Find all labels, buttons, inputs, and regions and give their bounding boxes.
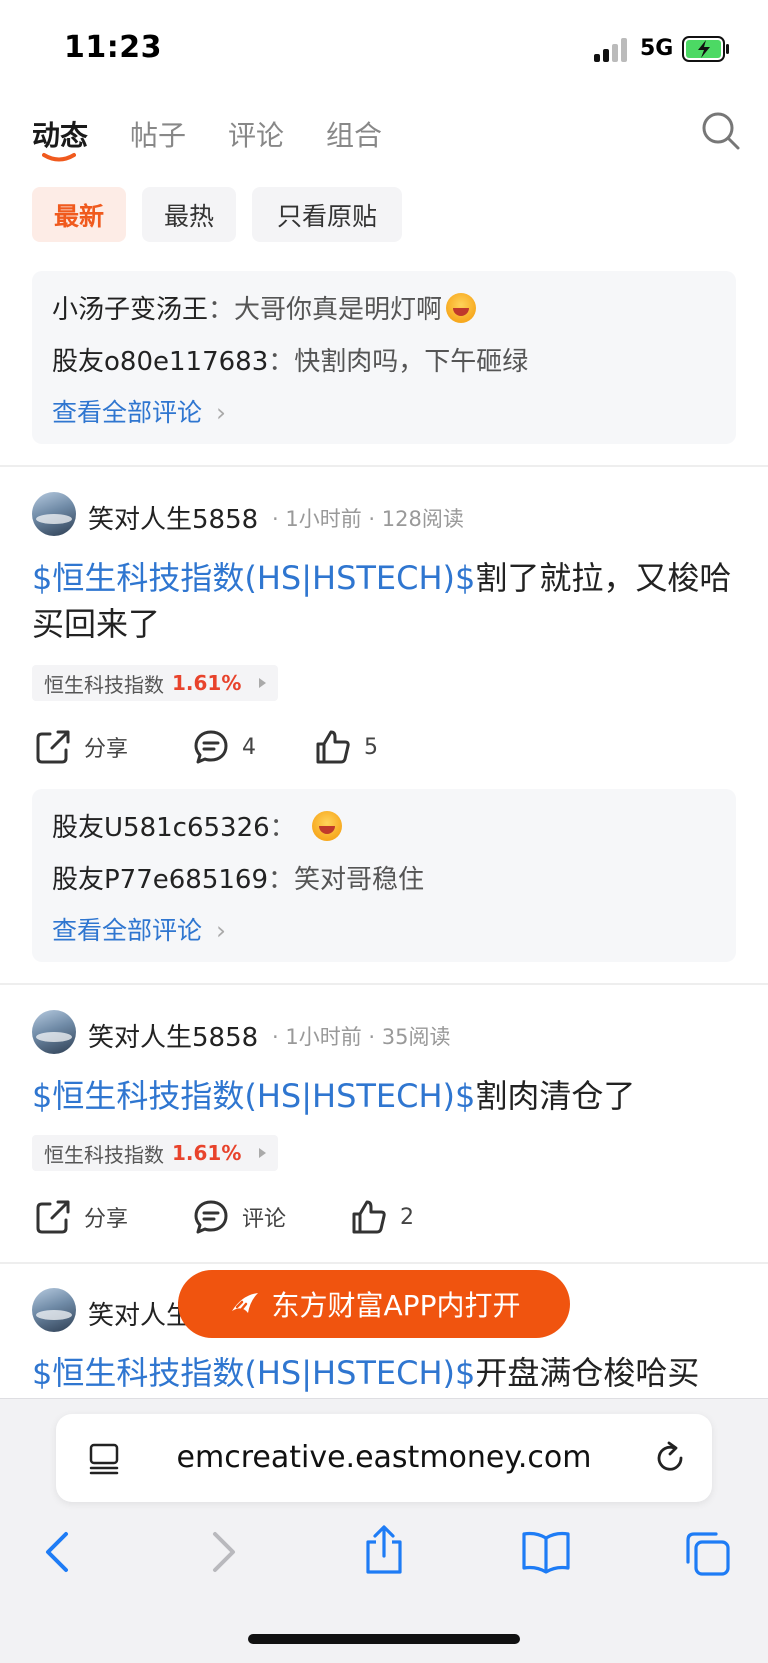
post-time: 1小时前 [285,507,362,531]
share-button[interactable]: 分享 [34,1198,128,1236]
like-button[interactable]: 5 [314,728,378,766]
post-body[interactable]: $恒生科技指数(HS|HSTECH)$割肉清仓了 [32,1073,732,1119]
share-label: 分享 [84,1207,129,1232]
see-all-label: 查看全部评论 [52,398,203,427]
thumbs-up-icon [352,1200,386,1234]
stock-tag-link[interactable]: $恒生科技指数(HS|HSTECH)$ [32,1077,475,1115]
tabs-icon[interactable] [684,1530,732,1578]
signal-icon [594,38,628,62]
share-icon [36,1200,70,1234]
eastmoney-logo-icon [231,1293,258,1313]
like-count: 2 [400,1204,414,1230]
post-time: 1小时前 [285,1025,362,1049]
quote-change: 1.61% [172,1141,242,1165]
comment-text: 快割肉吗，下午砸绿 [294,347,529,377]
tab-portfolio[interactable]: 组合 [326,114,382,154]
comment-user[interactable]: 小汤子变汤王 [52,295,208,325]
share-icon [36,730,70,764]
author-name[interactable]: 笑对人生5858 [88,1017,258,1054]
divider [0,983,768,985]
filter-hot[interactable]: 最热 [142,187,236,242]
divider [0,1262,768,1264]
battery-charging-icon [682,36,729,62]
quote-name: 恒生科技指数 [44,672,164,697]
author-name[interactable]: 笑对人生5858 [88,499,258,536]
divider [0,465,768,467]
comment-text: 大哥你真是明灯啊 [234,295,443,325]
comment-line: 股友P77e685169：笑对哥稳住 [52,865,425,895]
author-name[interactable]: 笑对人生 [88,1295,192,1332]
stock-quote-chip[interactable]: 恒生科技指数 1.61% [32,665,279,701]
avatar[interactable] [32,1288,76,1332]
post-text: 割肉清仓了 [475,1077,636,1115]
comment-text: 笑对哥稳住 [294,865,425,895]
tab-active-indicator [42,153,76,162]
stock-tag-link[interactable]: $恒生科技指数(HS|HSTECH)$ [32,1354,475,1392]
comment-button[interactable]: 评论 [192,1198,286,1236]
comment-count: 4 [242,734,256,760]
forward-icon[interactable] [205,1530,241,1574]
post-text: 开盘满仓梭哈买 [475,1354,700,1392]
back-icon[interactable] [40,1530,76,1574]
quote-change: 1.61% [172,671,242,695]
play-arrow-icon [259,678,267,688]
post-body[interactable]: $恒生科技指数(HS|HSTECH)$割了就拉，又梭哈买回来了 [32,555,732,647]
comment-button[interactable]: 4 [192,728,256,766]
comment-icon [194,730,228,764]
see-all-comments-link[interactable]: 查看全部评论 › [52,911,226,947]
read-count: 128阅读 [381,507,464,531]
see-all-comments-link[interactable]: 查看全部评论 › [52,393,226,429]
laughing-tears-emoji-icon [446,293,477,323]
post-meta: · 1小时前 · 35阅读 [272,1025,451,1049]
comment-label: 评论 [242,1207,287,1232]
comment-user[interactable]: 股友U581c65326 [52,813,270,843]
filter-latest[interactable]: 最新 [32,187,126,242]
chevron-right-icon: › [215,916,226,945]
status-bar: 11:23 5G [0,0,768,100]
bookmarks-icon[interactable] [520,1530,572,1574]
comment-line: 股友o80e117683：快割肉吗，下午砸绿 [52,347,529,377]
tab-posts[interactable]: 帖子 [130,114,186,154]
filter-original-only[interactable]: 只看原贴 [252,187,402,242]
avatar[interactable] [32,1010,76,1054]
open-in-app-label: 东方财富APP内打开 [271,1289,521,1322]
post-meta: · 1小时前 · 128阅读 [272,507,464,531]
see-all-label: 查看全部评论 [52,916,203,945]
home-indicator [248,1634,520,1644]
stock-quote-chip[interactable]: 恒生科技指数 1.61% [32,1135,279,1171]
comment-line: 股友U581c65326： [52,807,342,844]
status-time: 11:23 [64,30,162,65]
comment-line: 小汤子变汤王：大哥你真是明灯啊 [52,289,477,326]
url-text: emcreative.eastmoney.com [176,1440,592,1475]
open-in-app-button[interactable]: 东方财富APP内打开 [178,1270,570,1338]
stock-tag-link[interactable]: $恒生科技指数(HS|HSTECH)$ [32,559,475,597]
read-count: 35阅读 [381,1025,451,1049]
grinning-emoji-icon [311,811,342,841]
reload-icon[interactable] [652,1440,688,1476]
network-type: 5G [640,36,674,61]
tab-comments[interactable]: 评论 [228,114,284,154]
thumbs-up-icon [316,730,350,764]
comment-preview-box: 小汤子变汤王：大哥你真是明灯啊 股友o80e117683：快割肉吗，下午砸绿 查… [32,271,736,444]
share-button[interactable]: 分享 [34,728,128,766]
share-label: 分享 [84,737,129,762]
play-arrow-icon [259,1148,267,1158]
tab-bar: 动态 帖子 评论 组合 [0,100,768,180]
share-sheet-icon[interactable] [362,1524,406,1576]
tab-dynamic[interactable]: 动态 [32,114,88,154]
chevron-right-icon: › [215,398,226,427]
avatar[interactable] [32,492,76,536]
like-button[interactable]: 2 [350,1198,414,1236]
post-body[interactable]: $恒生科技指数(HS|HSTECH)$开盘满仓梭哈买 [32,1350,732,1396]
comment-preview-box: 股友U581c65326： 股友P77e685169：笑对哥稳住 查看全部评论 … [32,789,736,962]
like-count: 5 [364,734,378,760]
quote-name: 恒生科技指数 [44,1142,164,1167]
comment-user[interactable]: 股友P77e685169 [52,865,268,895]
comment-user[interactable]: 股友o80e117683 [52,347,268,377]
search-icon[interactable] [700,110,742,152]
address-bar[interactable]: emcreative.eastmoney.com [56,1414,712,1502]
comment-icon [194,1200,228,1234]
